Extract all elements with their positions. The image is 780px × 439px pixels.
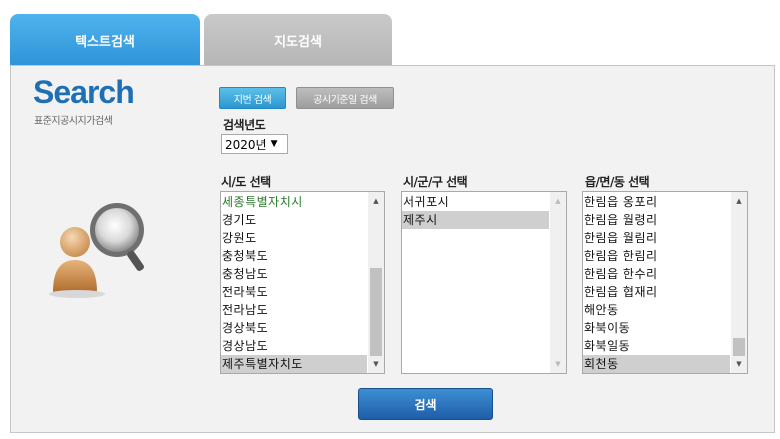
emd-scroll-thumb[interactable] (733, 338, 745, 356)
emd-scrollbar[interactable]: ▲ ▼ (731, 192, 747, 373)
emd-listbox[interactable]: 한림읍 옹포리 한림읍 월령리 한림읍 월림리 한림읍 한림리 한림읍 한수리 … (582, 191, 748, 374)
emd-option[interactable]: 한림읍 한림리 (583, 247, 730, 265)
scroll-down-arrow-icon[interactable]: ▼ (731, 356, 747, 372)
announcement-date-search-button[interactable]: 공시기준일 검색 (296, 87, 394, 109)
sigungu-option[interactable]: 서귀포시 (402, 193, 549, 211)
sido-option[interactable]: 충청남도 (221, 265, 367, 283)
sido-option[interactable]: 전라남도 (221, 301, 367, 319)
emd-option[interactable]: 해안동 (583, 301, 730, 319)
emd-option[interactable]: 한림읍 옹포리 (583, 193, 730, 211)
emd-option[interactable]: 화북이동 (583, 319, 730, 337)
year-select-value: 2020년 (225, 137, 267, 152)
sido-option[interactable]: 충청북도 (221, 247, 367, 265)
tab-text-search[interactable]: 텍스트검색 (10, 14, 200, 66)
sido-option[interactable]: 경기도 (221, 211, 367, 229)
sido-scroll-thumb[interactable] (370, 268, 382, 356)
sido-option[interactable]: 경상북도 (221, 319, 367, 337)
search-logo-subtitle: 표준지공시지가검색 (34, 116, 113, 127)
search-button[interactable]: 검색 (358, 388, 493, 420)
emd-option[interactable]: 한림읍 월령리 (583, 211, 730, 229)
sigungu-scrollbar[interactable]: ▲ ▼ (550, 192, 566, 373)
scroll-up-arrow-icon[interactable]: ▲ (731, 193, 747, 209)
sido-scrollbar[interactable]: ▲ ▼ (368, 192, 384, 373)
scroll-up-arrow-icon[interactable]: ▲ (550, 193, 566, 209)
sido-option[interactable]: 전라북도 (221, 283, 367, 301)
emd-label: 읍/면/동 선택 (585, 175, 650, 189)
sido-listbox[interactable]: 세종특별자치시 경기도 강원도 충청북도 충청남도 전라북도 전라남도 경상북도… (220, 191, 385, 374)
emd-option[interactable]: 한림읍 한수리 (583, 265, 730, 283)
sido-option-selected[interactable]: 제주특별자치도 (221, 355, 367, 373)
dropdown-caret-icon: ▼ (270, 139, 278, 149)
scroll-down-arrow-icon[interactable]: ▼ (368, 356, 384, 372)
emd-option[interactable]: 한림읍 협재리 (583, 283, 730, 301)
user-magnifier-icon (49, 203, 144, 298)
year-select[interactable]: 2020년 ▼ (221, 134, 288, 154)
sido-label: 시/도 선택 (221, 175, 271, 189)
sigungu-label: 시/군/구 선택 (403, 175, 468, 189)
year-label: 검색년도 (223, 118, 266, 132)
sido-option[interactable]: 경상남도 (221, 337, 367, 355)
emd-option[interactable]: 화북일동 (583, 337, 730, 355)
sigungu-option-selected[interactable]: 제주시 (402, 211, 549, 229)
lot-number-search-button[interactable]: 지번 검색 (219, 87, 286, 109)
sido-option[interactable]: 강원도 (221, 229, 367, 247)
sido-option[interactable]: 세종특별자치시 (221, 193, 367, 211)
tab-map-search[interactable]: 지도검색 (204, 14, 392, 66)
search-logo-title: Search (33, 74, 135, 110)
scroll-up-arrow-icon[interactable]: ▲ (368, 193, 384, 209)
emd-option[interactable]: 한림읍 월림리 (583, 229, 730, 247)
scroll-down-arrow-icon[interactable]: ▼ (550, 356, 566, 372)
sigungu-listbox[interactable]: 서귀포시 제주시 ▲ ▼ (401, 191, 567, 374)
land-price-search-page: 텍스트검색 지도검색 Search 표준지공시지가검색 지번 검색 공시기준일 … (0, 0, 780, 439)
emd-option-selected[interactable]: 회천동 (583, 355, 730, 373)
